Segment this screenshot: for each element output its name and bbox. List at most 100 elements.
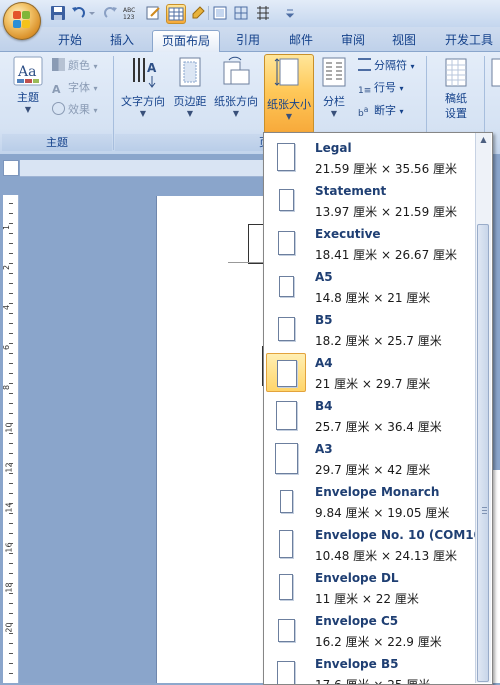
paper-size-dimensions: 25.7 厘米 × 36.4 厘米: [315, 418, 442, 435]
table-grid-icon[interactable]: [255, 5, 271, 21]
paper-size-dimensions: 21.59 厘米 × 35.56 厘米: [315, 160, 457, 177]
next-group-button[interactable]: [490, 58, 500, 91]
page-icon: [278, 231, 295, 255]
ruler-tick: [9, 323, 13, 324]
paper-size-option[interactable]: Envelope Monarch9.84 厘米 × 19.05 厘米: [264, 480, 482, 523]
page-icon: [278, 317, 295, 341]
paper-size-option[interactable]: Envelope C516.2 厘米 × 22.9 厘米: [264, 609, 482, 652]
tab-review[interactable]: 审阅: [331, 30, 375, 51]
scrollbar-thumb[interactable]: [477, 224, 489, 682]
ruler-tick: [9, 493, 13, 494]
ruler-tick: [9, 273, 13, 274]
grid-icon[interactable]: [233, 5, 249, 21]
ruler-tick: [9, 603, 13, 604]
svg-text:123: 123: [123, 14, 135, 21]
tab-view[interactable]: 视图: [382, 30, 426, 51]
scroll-up-arrow-icon[interactable]: ▲: [476, 133, 491, 147]
line-numbers-button[interactable]: 1≡行号 ▾: [358, 79, 404, 97]
ruler-tick: [9, 453, 13, 454]
undo-icon[interactable]: [70, 5, 86, 21]
tab-selector[interactable]: [3, 160, 19, 176]
tab-developer[interactable]: 开发工具: [438, 30, 500, 51]
paper-size-option[interactable]: Envelope B517.6 厘米 × 25 厘米: [264, 652, 482, 685]
ruler-tick: [9, 243, 13, 244]
ruler-tick: [9, 353, 13, 354]
ruler-tick: [9, 433, 13, 434]
edit-icon[interactable]: [145, 5, 161, 21]
paper-size-option[interactable]: Envelope No. 10 (COM10)10.48 厘米 × 24.13 …: [264, 523, 482, 566]
ruler-tick: [9, 613, 13, 614]
size-button[interactable]: 纸张大小 ▼: [264, 54, 314, 134]
paper-size-option[interactable]: A329.7 厘米 × 42 厘米: [264, 437, 482, 480]
orientation-button[interactable]: 纸张方向 ▼: [212, 56, 260, 119]
theme-effects-button[interactable]: 效果 ▾: [52, 101, 98, 119]
effects-icon: [52, 102, 65, 115]
ruler-number: 4: [2, 305, 11, 310]
ruler-tick: [9, 523, 13, 524]
theme-colors-button[interactable]: 颜色 ▾: [52, 57, 98, 75]
breaks-button[interactable]: 分隔符 ▾: [358, 57, 415, 75]
ruler-tick: [9, 653, 13, 654]
paper-size-option[interactable]: Statement13.97 厘米 × 21.59 厘米: [264, 179, 482, 222]
paper-size-option[interactable]: Envelope DL11 厘米 × 22 厘米: [264, 566, 482, 609]
dropdown-scrollbar[interactable]: ▲: [475, 133, 491, 683]
paper-size-option[interactable]: A421 厘米 × 29.7 厘米: [264, 351, 482, 394]
theme-fonts-button[interactable]: A字体 ▾: [52, 79, 98, 97]
ruler-tick: [9, 233, 13, 234]
columns-button[interactable]: 分栏 ▼: [316, 56, 352, 119]
tab-mailings[interactable]: 邮件: [279, 30, 323, 51]
paper-size-option[interactable]: A514.8 厘米 × 21 厘米: [264, 265, 482, 308]
picture-icon[interactable]: [212, 5, 228, 21]
paper-size-option[interactable]: Legal21.59 厘米 × 35.56 厘米: [264, 136, 482, 179]
paper-size-name: Envelope B5: [315, 657, 398, 671]
hyphenation-button[interactable]: ba断字 ▾: [358, 101, 404, 119]
tab-page-layout[interactable]: 页面布局: [152, 30, 220, 52]
page-icon: [280, 490, 293, 513]
format-painter-icon[interactable]: [190, 5, 206, 21]
tab-home[interactable]: 开始: [48, 30, 92, 51]
tab-insert[interactable]: 插入: [100, 30, 144, 51]
page-icon: [279, 574, 293, 600]
vertical-ruler[interactable]: 12468101214161820: [3, 195, 19, 683]
ruler-tick: [9, 313, 13, 314]
ruler-tick: [9, 363, 13, 364]
ruler-tick: [9, 213, 13, 214]
customize-qat-icon[interactable]: [285, 5, 295, 21]
undo-dropdown-icon[interactable]: [88, 5, 96, 21]
paper-size-name: Envelope DL: [315, 571, 399, 585]
paper-size-thumbnail: [266, 654, 306, 685]
ruler-tick: [9, 643, 13, 644]
table-icon[interactable]: [166, 4, 186, 24]
office-logo-icon: [13, 11, 31, 29]
themes-button[interactable]: Aa 主题 ▼: [10, 56, 46, 115]
office-button[interactable]: [3, 2, 41, 40]
breaks-icon: [358, 58, 371, 71]
ruler-tick: [9, 553, 13, 554]
ruler-tick: [9, 253, 13, 254]
paper-size-dimensions: 9.84 厘米 × 19.05 厘米: [315, 504, 449, 521]
save-icon[interactable]: [50, 5, 66, 21]
paper-size-thumbnail: [266, 482, 306, 521]
horizontal-ruler[interactable]: [20, 160, 265, 177]
ruler-tick: [9, 563, 13, 564]
document-page[interactable]: [156, 196, 277, 683]
paper-size-name: B5: [315, 313, 333, 327]
ruler-tick: [9, 513, 13, 514]
line-numbers-icon: 1≡: [358, 82, 371, 95]
paper-size-option[interactable]: B518.2 厘米 × 25.7 厘米: [264, 308, 482, 351]
text-direction-button[interactable]: A 文字方向 ▼: [117, 56, 169, 119]
page-icon: [279, 276, 294, 297]
spelling-icon[interactable]: ABC123: [123, 5, 141, 21]
ribbon-tabs: 开始 插入 页面布局 引用 邮件 审阅 视图 开发工具: [0, 27, 500, 52]
paper-size-thumbnail: [266, 396, 306, 435]
text-direction-icon: A: [128, 56, 158, 90]
ruler-tick: [9, 663, 13, 664]
tab-references[interactable]: 引用: [226, 30, 270, 51]
paper-size-option[interactable]: B425.7 厘米 × 36.4 厘米: [264, 394, 482, 437]
ruler-tick: [9, 543, 13, 544]
manuscript-settings-button[interactable]: 稿纸 设置: [433, 58, 479, 121]
paper-size-dimensions: 16.2 厘米 × 22.9 厘米: [315, 633, 442, 650]
redo-icon[interactable]: [103, 5, 119, 21]
paper-size-option[interactable]: Executive18.41 厘米 × 26.67 厘米: [264, 222, 482, 265]
margins-button[interactable]: 页边距 ▼: [170, 56, 210, 119]
